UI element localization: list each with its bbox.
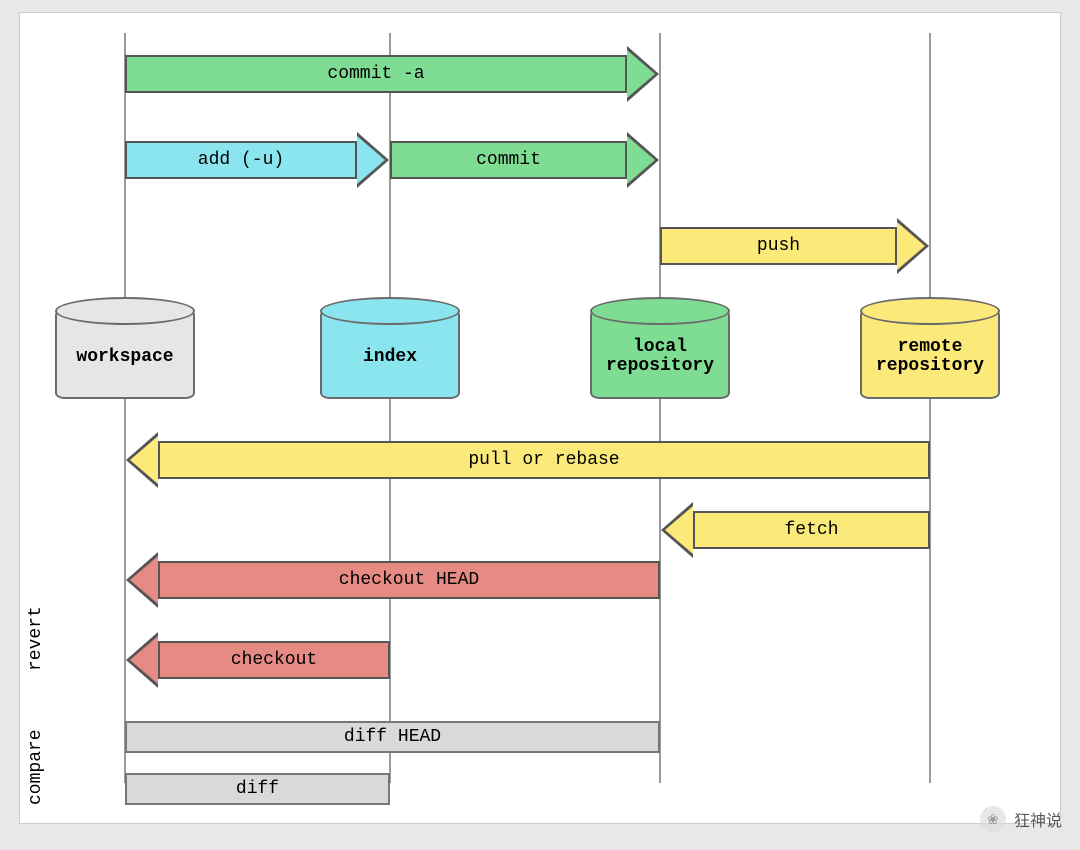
arrow-label: fetch [784, 520, 838, 540]
bar-diff-head: diff HEAD [125, 721, 660, 753]
section-revert-label: revert [26, 606, 46, 671]
arrow-fetch: fetch [693, 511, 930, 549]
page: commit -a add (-u) commit push workspace… [0, 0, 1080, 850]
arrow-label: commit -a [327, 64, 424, 84]
cyl-workspace: workspace [55, 309, 195, 399]
arrow-push: push [660, 227, 897, 265]
arrow-commit-a: commit -a [125, 55, 627, 93]
cyl-local: local repository [590, 309, 730, 399]
watermark-text: 狂神说 [1014, 807, 1062, 831]
section-compare-label: compare [26, 729, 46, 805]
arrow-checkout-head: checkout HEAD [158, 561, 660, 599]
bar-label: diff HEAD [344, 727, 441, 747]
bar-label: diff [236, 779, 279, 799]
cyl-label: remote repository [862, 332, 998, 376]
diagram-frame: commit -a add (-u) commit push workspace… [19, 12, 1061, 824]
cyl-label: index [363, 342, 417, 367]
axis-remote [929, 33, 931, 783]
cyl-label: workspace [76, 342, 173, 367]
arrow-label: checkout [231, 650, 317, 670]
arrow-checkout: checkout [158, 641, 390, 679]
arrow-label: pull or rebase [468, 450, 619, 470]
arrow-add: add (-u) [125, 141, 357, 179]
arrow-label: commit [476, 150, 541, 170]
arrow-pull: pull or rebase [158, 441, 930, 479]
bar-diff: diff [125, 773, 390, 805]
arrow-label: push [757, 236, 800, 256]
watermark: ❀ 狂神说 [980, 806, 1062, 832]
axis-local [659, 33, 661, 783]
arrow-commit: commit [390, 141, 627, 179]
watermark-icon: ❀ [980, 806, 1006, 832]
arrow-label: checkout HEAD [339, 570, 479, 590]
diagram-stage: commit -a add (-u) commit push workspace… [20, 13, 1060, 823]
cyl-label: local repository [592, 332, 728, 376]
arrow-label: add (-u) [198, 150, 284, 170]
cyl-index: index [320, 309, 460, 399]
cyl-remote: remote repository [860, 309, 1000, 399]
